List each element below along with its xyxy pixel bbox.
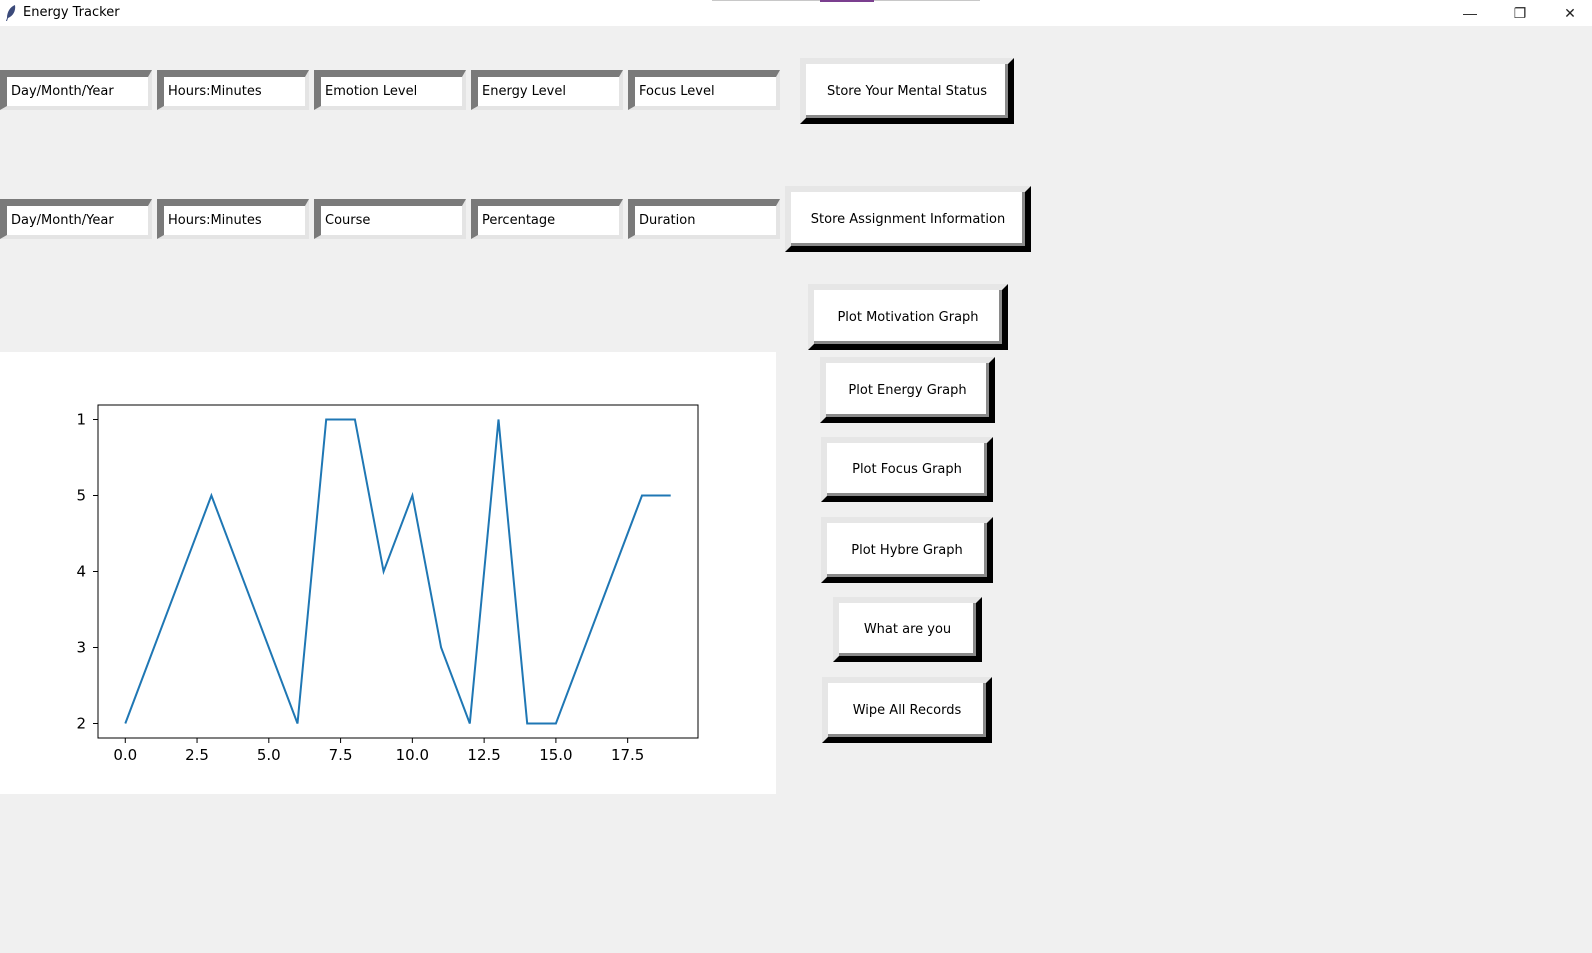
mental-time-field-frame <box>157 70 309 110</box>
duration-field-frame <box>628 199 780 239</box>
assignment-date-field-frame <box>0 199 152 239</box>
energy-level-field-frame <box>471 70 623 110</box>
emotion-level-field[interactable] <box>321 77 462 106</box>
mental-date-field[interactable] <box>7 77 148 106</box>
assignment-time-field-frame <box>157 199 309 239</box>
plot-energy-button[interactable]: Plot Energy Graph <box>820 357 995 423</box>
y-tick-label: 4 <box>76 563 86 581</box>
taskbar-hint <box>874 0 980 1</box>
maximize-icon[interactable]: ❐ <box>1496 0 1544 26</box>
taskbar-hint-active <box>820 0 874 2</box>
feather-icon <box>6 5 16 21</box>
minimize-icon[interactable]: — <box>1446 0 1494 26</box>
focus-level-field[interactable] <box>635 77 776 106</box>
assignment-time-field[interactable] <box>164 206 305 235</box>
percentage-field[interactable] <box>478 206 619 235</box>
course-field-frame <box>314 199 466 239</box>
store-mental-status-button[interactable]: Store Your Mental Status <box>800 58 1014 124</box>
course-field[interactable] <box>321 206 462 235</box>
store-assignment-button[interactable]: Store Assignment Information <box>785 186 1031 252</box>
x-tick-label: 12.5 <box>467 746 500 764</box>
what-are-you-button[interactable]: What are you <box>833 597 982 662</box>
window-title: Energy Tracker <box>23 5 120 20</box>
y-tick-label: 2 <box>76 715 86 733</box>
plot-hybrid-button[interactable]: Plot Hybre Graph <box>821 517 993 583</box>
plot-frame <box>97 404 699 739</box>
x-tick-label: 2.5 <box>185 746 209 764</box>
x-tick-label: 17.5 <box>611 746 644 764</box>
line-chart: 0.0 2.5 5.0 7.5 10.0 12.5 15.0 17.5 2 3 4 5 1 <box>76 404 699 764</box>
x-tick-label: 7.5 <box>329 746 353 764</box>
plot-focus-button[interactable]: Plot Focus Graph <box>821 437 993 502</box>
y-tick-label: 1 <box>76 410 86 428</box>
x-tick-label: 10.0 <box>396 746 429 764</box>
emotion-level-field-frame <box>314 70 466 110</box>
y-tick-label: 5 <box>76 486 86 504</box>
focus-level-field-frame <box>628 70 780 110</box>
x-tick-label: 5.0 <box>257 746 281 764</box>
plot-motivation-button[interactable]: Plot Motivation Graph <box>808 284 1008 350</box>
close-icon[interactable]: ✕ <box>1546 0 1592 26</box>
energy-level-field[interactable] <box>478 77 619 106</box>
y-tick-label: 3 <box>76 639 86 657</box>
taskbar-hint <box>712 0 820 1</box>
mental-date-field-frame <box>0 70 152 110</box>
title-bar: Energy Tracker — ❐ ✕ <box>0 0 1592 26</box>
wipe-records-button[interactable]: Wipe All Records <box>822 677 992 743</box>
percentage-field-frame <box>471 199 623 239</box>
plot-canvas: 0.0 2.5 5.0 7.5 10.0 12.5 15.0 17.5 2 3 4 5 1 <box>0 352 776 794</box>
assignment-date-field[interactable] <box>7 206 148 235</box>
x-tick-label: 0.0 <box>113 746 137 764</box>
mental-time-field[interactable] <box>164 77 305 106</box>
x-tick-label: 15.0 <box>539 746 572 764</box>
duration-field[interactable] <box>635 206 776 235</box>
series-line <box>124 418 671 725</box>
